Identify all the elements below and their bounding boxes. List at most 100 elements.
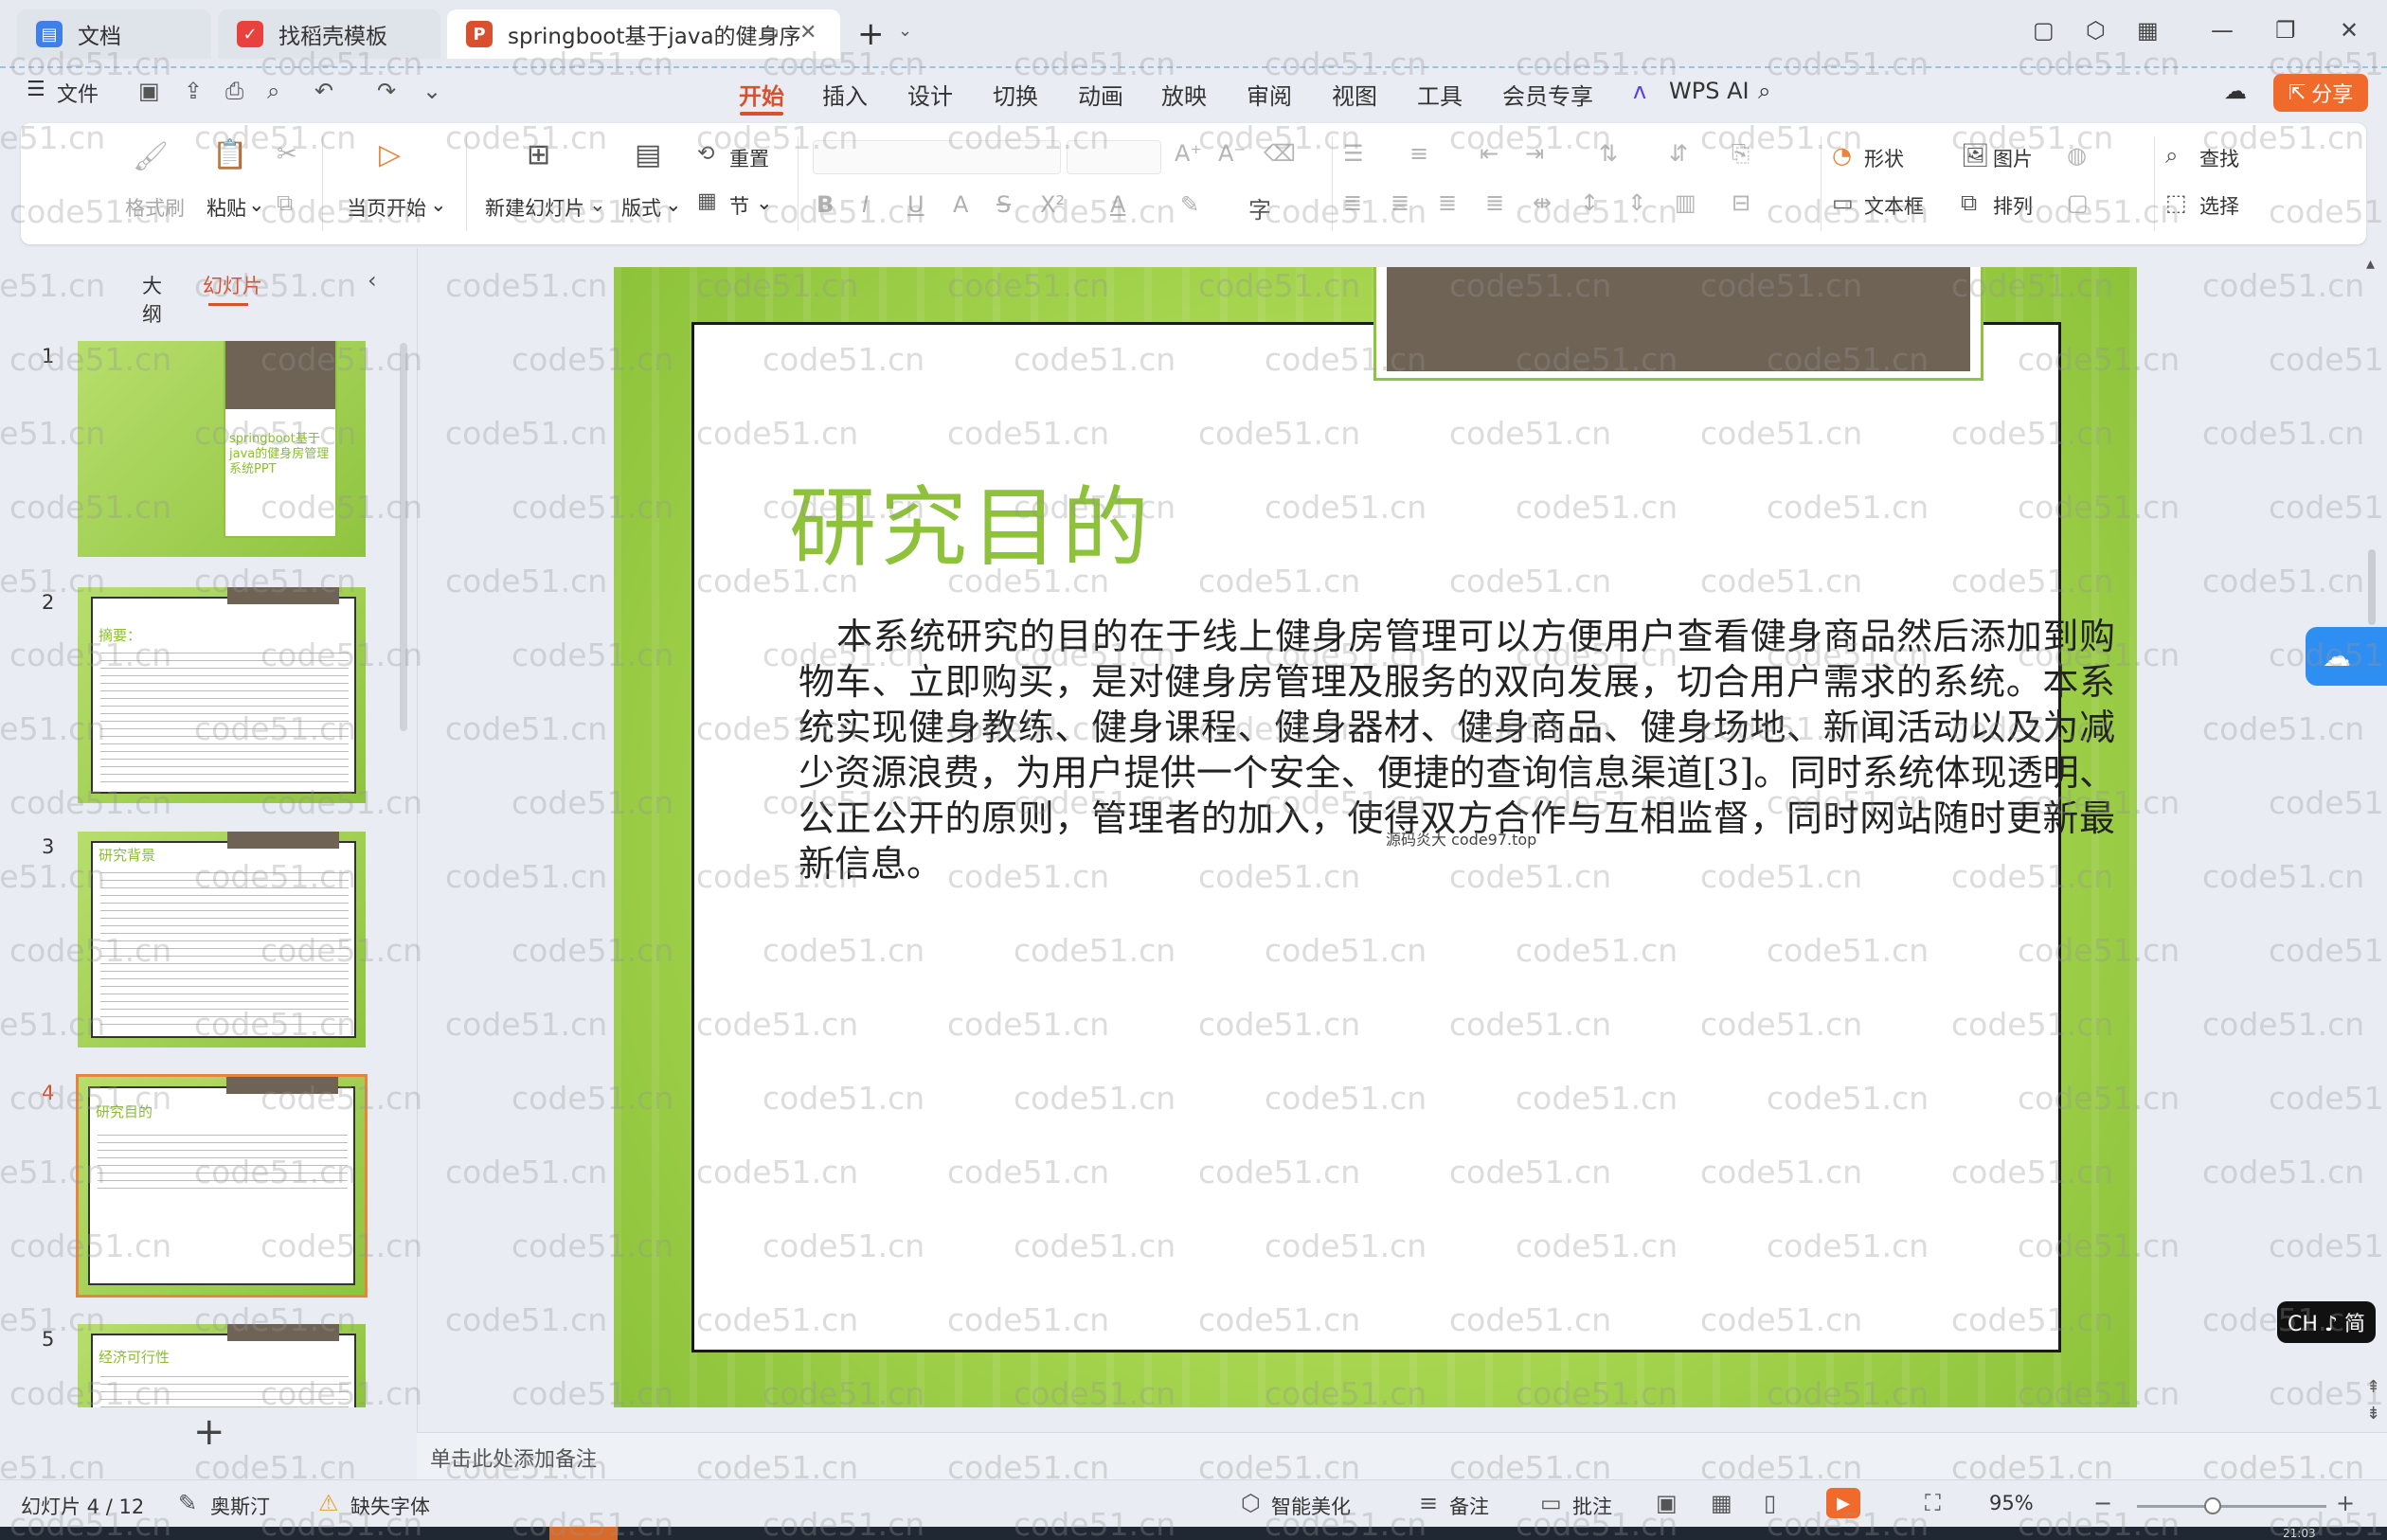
canvas-scrollbar[interactable]: [2368, 549, 2376, 625]
select-button[interactable]: 选择: [2199, 191, 2239, 220]
tab-documents[interactable]: ▤ 文档: [17, 9, 211, 59]
format-painter-button[interactable]: 格式刷: [125, 193, 185, 222]
font-color-icon[interactable]: A: [1110, 191, 1125, 218]
scroll-up-icon[interactable]: ▴: [2366, 254, 2375, 274]
chevron-down-icon[interactable]: ⌄: [756, 191, 773, 214]
paragraph-spacing-icon[interactable]: ⇕: [1627, 189, 1646, 216]
outline-icon[interactable]: ▢: [2067, 189, 2089, 216]
bullet-list-icon[interactable]: ☰: [1343, 140, 1364, 167]
close-window-icon[interactable]: ✕: [2340, 17, 2359, 44]
comments-button[interactable]: 批注: [1572, 1492, 1612, 1520]
export-icon[interactable]: ⇪: [184, 78, 203, 104]
menu-design[interactable]: 设计: [907, 78, 953, 111]
panel-scrollbar[interactable]: [400, 343, 407, 731]
chevron-down-icon[interactable]: ⌄: [589, 193, 606, 216]
smart-beautify-button[interactable]: 智能美化: [1271, 1492, 1351, 1520]
tab-docer-templates[interactable]: ✓ 找稻壳模板: [218, 9, 440, 59]
justify-icon[interactable]: ≣: [1485, 189, 1504, 216]
chevron-down-icon[interactable]: ⌄: [665, 193, 682, 216]
copy-icon[interactable]: ⧉: [277, 189, 293, 216]
align-right-icon[interactable]: ≣: [1438, 189, 1457, 216]
menu-animation[interactable]: 动画: [1078, 78, 1123, 111]
slides-tab[interactable]: 幻灯片: [203, 271, 262, 299]
notes-pane[interactable]: 单击此处添加备注: [417, 1432, 2387, 1479]
font-family-select[interactable]: [813, 140, 1061, 174]
chevron-down-icon[interactable]: ⌄: [898, 21, 912, 41]
avatar[interactable]: ▦: [2137, 17, 2159, 44]
phonetic-icon[interactable]: 字: [1248, 191, 1271, 224]
section-button[interactable]: 节: [729, 191, 749, 220]
zoom-level[interactable]: 95%: [1989, 1492, 2034, 1514]
next-slide-icon[interactable]: ⇟: [2366, 1404, 2380, 1424]
textbox-button[interactable]: 文本框: [1864, 191, 1924, 220]
cloud-sync-widget[interactable]: ☁: [2306, 627, 2387, 686]
slide-thumbnail-4[interactable]: 研究目的: [76, 1074, 368, 1298]
slide-thumbnail-2[interactable]: 摘要：: [76, 585, 368, 805]
slide-thumbnail-1[interactable]: springboot基于java的健身房管理系统PPT: [76, 339, 368, 559]
zoom-in-icon[interactable]: +: [2336, 1490, 2355, 1516]
arrange-button[interactable]: 排列: [1993, 191, 2033, 220]
slide-thumbnail-3[interactable]: 研究背景: [76, 830, 368, 1049]
increase-indent-icon[interactable]: ⇥: [1525, 140, 1544, 167]
convert-icon[interactable]: ⎘: [1732, 140, 1750, 167]
save-icon[interactable]: ▣: [138, 78, 160, 104]
window-layout-icon[interactable]: ▢: [2033, 17, 2055, 44]
shape-button[interactable]: 形状: [1864, 144, 1904, 172]
normal-view-icon[interactable]: ▣: [1656, 1490, 1678, 1516]
screen-icon[interactable]: ▭: [760, 21, 780, 45]
superscript-icon[interactable]: X²: [1040, 191, 1065, 218]
increase-font-icon[interactable]: A⁺: [1175, 140, 1202, 167]
minimize-icon[interactable]: —: [2211, 17, 2234, 44]
zoom-out-icon[interactable]: −: [2093, 1490, 2112, 1516]
maximize-icon[interactable]: ❐: [2275, 17, 2296, 44]
vertical-align-icon[interactable]: ⊟: [1732, 189, 1750, 216]
zoom-slider[interactable]: [2137, 1505, 2326, 1508]
new-slide-button[interactable]: 新建幻灯片: [485, 193, 584, 222]
italic-icon[interactable]: I: [862, 191, 869, 218]
menu-wps-ai[interactable]: WPS AI: [1669, 78, 1750, 104]
layout-button[interactable]: 版式: [621, 193, 661, 222]
fill-icon[interactable]: ◍: [2067, 142, 2087, 169]
columns-icon[interactable]: ▥: [1675, 189, 1696, 216]
clear-format-icon[interactable]: ⌫: [1264, 140, 1296, 167]
align-center-icon[interactable]: ≣: [1391, 189, 1409, 216]
cloud-upload-icon[interactable]: ☁: [2224, 78, 2247, 104]
collapse-panel-icon[interactable]: ‹: [368, 267, 377, 294]
cut-icon[interactable]: ✂: [277, 140, 297, 169]
current-slide[interactable]: 研究目的 本系统研究的目的在于线上健身房管理可以方便用户查看健身商品然后添加到购…: [614, 267, 2137, 1407]
new-tab-icon[interactable]: +: [857, 15, 885, 53]
menu-tools[interactable]: 工具: [1417, 78, 1463, 111]
more-icon[interactable]: ⌄: [422, 78, 441, 104]
decrease-font-icon[interactable]: A⁻: [1218, 140, 1246, 167]
strikethrough-icon[interactable]: S: [996, 191, 1011, 218]
menu-transition[interactable]: 切换: [993, 78, 1038, 111]
picture-button[interactable]: 图片: [1993, 144, 2033, 172]
line-spacing-icon[interactable]: ↕: [1580, 189, 1599, 216]
print-preview-icon[interactable]: ⌕: [267, 78, 279, 104]
menu-review[interactable]: 审阅: [1247, 78, 1292, 111]
find-button[interactable]: 查找: [2199, 144, 2239, 172]
hamburger-icon[interactable]: ☰: [27, 78, 45, 101]
taskbar-app[interactable]: [549, 1527, 618, 1540]
slide-title[interactable]: 研究目的: [789, 476, 1153, 581]
distribute-icon[interactable]: ⇹: [1533, 189, 1552, 216]
menu-view[interactable]: 视图: [1332, 78, 1377, 111]
menu-home[interactable]: 开始: [739, 78, 784, 111]
theme-name[interactable]: 奥斯汀: [210, 1492, 270, 1520]
missing-font-button[interactable]: 缺失字体: [350, 1492, 430, 1520]
slide-thumbnail-5[interactable]: 经济可行性: [76, 1322, 368, 1409]
cube-icon[interactable]: ⬡: [2086, 17, 2106, 44]
search-icon[interactable]: ⌕: [1758, 78, 1770, 104]
chevron-down-icon[interactable]: ⌄: [248, 193, 265, 216]
tab-presentation[interactable]: P springboot基于java的健身序 ▭ ✕: [447, 9, 840, 59]
ime-indicator[interactable]: CH ♪ 简: [2277, 1301, 2376, 1343]
add-slide-icon[interactable]: +: [193, 1413, 225, 1451]
text-direction-icon[interactable]: ⇅: [1599, 140, 1618, 167]
decrease-indent-icon[interactable]: ⇤: [1480, 140, 1499, 167]
fit-window-icon[interactable]: ⛶: [1925, 1490, 1941, 1516]
menu-slideshow[interactable]: 放映: [1161, 78, 1207, 111]
share-button[interactable]: ⇱ 分享: [2273, 74, 2368, 112]
paste-button[interactable]: 粘贴: [206, 193, 246, 222]
text-shadow-icon[interactable]: A: [953, 191, 968, 218]
play-from-current-button[interactable]: 当页开始: [347, 193, 426, 222]
